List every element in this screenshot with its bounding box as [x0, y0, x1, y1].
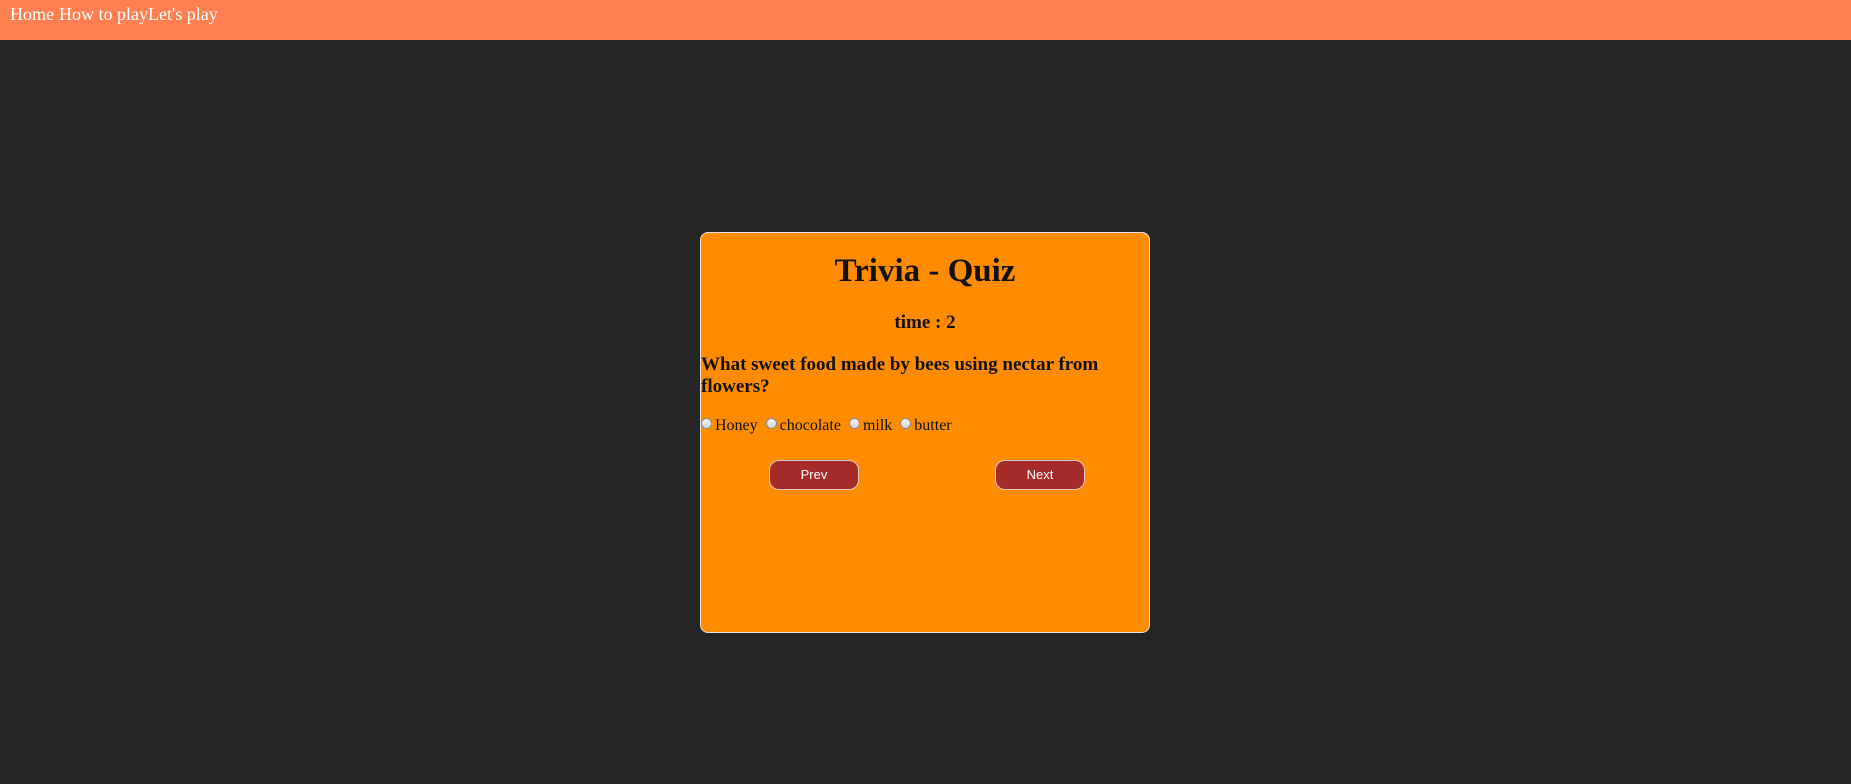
option-honey[interactable]: Honey: [701, 417, 758, 435]
radio-button[interactable]: [848, 418, 860, 429]
option-label: Honey: [715, 417, 758, 434]
question-text: What sweet food made by bees using necta…: [701, 354, 1099, 397]
option-label: chocolate: [779, 417, 841, 434]
nav-link-home[interactable]: Home: [10, 4, 54, 25]
prev-button[interactable]: Prev: [769, 460, 859, 490]
answer-options: Honey chocolate milk butter: [701, 417, 956, 435]
quiz-title: Trivia - Quiz: [834, 253, 1016, 289]
radio-button[interactable]: [765, 418, 777, 429]
timer-display: time : 2: [894, 312, 956, 333]
option-label: milk: [862, 417, 893, 434]
nav-link-lets-play[interactable]: Let's play: [148, 4, 218, 25]
option-milk[interactable]: milk: [848, 417, 893, 435]
option-label: butter: [914, 417, 952, 434]
top-nav-bar: Home How to play Let's play: [0, 0, 1851, 40]
radio-button[interactable]: [900, 418, 912, 429]
option-butter[interactable]: butter: [900, 417, 952, 435]
quiz-card: Trivia - Quiz time : 2 What sweet food m…: [700, 232, 1150, 633]
next-button[interactable]: Next: [995, 460, 1085, 490]
radio-button[interactable]: [701, 418, 712, 429]
option-chocolate[interactable]: chocolate: [765, 417, 841, 435]
nav-link-how-to-play[interactable]: How to play: [59, 4, 148, 25]
